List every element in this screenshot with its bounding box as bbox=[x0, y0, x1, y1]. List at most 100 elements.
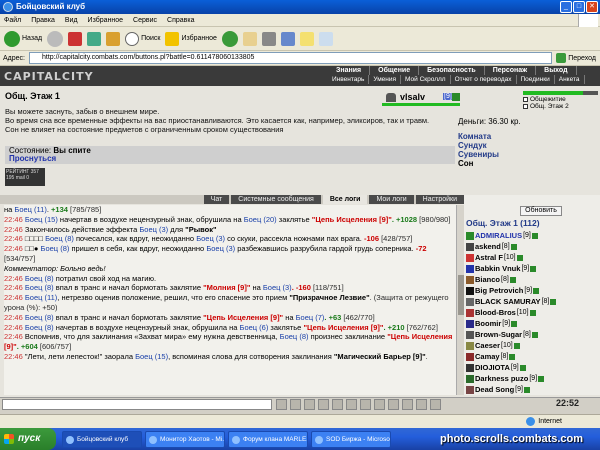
refresh-button[interactable]: Обновить bbox=[520, 206, 562, 216]
link-souvenirs[interactable]: Сувениры bbox=[458, 150, 499, 159]
nav-skills[interactable]: Умения bbox=[369, 75, 402, 84]
info-icon[interactable] bbox=[510, 243, 517, 250]
player-row[interactable]: Brown-Sugar [8] bbox=[466, 329, 596, 340]
search-button[interactable]: Поиск bbox=[125, 31, 160, 46]
fighter-name[interactable]: Боец (11) bbox=[14, 205, 46, 214]
info-icon[interactable] bbox=[550, 298, 557, 305]
player-name[interactable]: Babkin Vnuk bbox=[475, 263, 520, 274]
fighter-name[interactable]: Боец (8) bbox=[280, 332, 309, 341]
map-icon[interactable] bbox=[388, 399, 399, 410]
back-button[interactable]: Назад bbox=[4, 30, 42, 47]
tab-system[interactable]: Системные сообщения bbox=[231, 195, 321, 204]
wake-up-link[interactable]: Проснуться bbox=[9, 155, 451, 163]
info-icon[interactable] bbox=[509, 276, 516, 283]
menu-help[interactable]: Справка bbox=[167, 14, 194, 26]
tab-settings[interactable]: Настройки bbox=[415, 195, 464, 204]
fighter-name[interactable]: Боец (8) bbox=[25, 274, 54, 283]
player-row[interactable]: Darkness puzo [9] bbox=[466, 373, 596, 384]
fighter-name[interactable]: Боец (15) bbox=[135, 352, 168, 361]
fighter-name[interactable]: Боец (15) bbox=[25, 215, 58, 224]
nav-transfers[interactable]: Отчет о переводах bbox=[451, 75, 517, 84]
user-icon[interactable] bbox=[374, 399, 385, 410]
player-row[interactable]: Caeser [10] bbox=[466, 340, 596, 351]
maximize-button[interactable]: □ bbox=[573, 1, 585, 13]
nav-profile[interactable]: Анкета bbox=[555, 75, 585, 84]
player-name[interactable]: Camay bbox=[475, 351, 500, 362]
menu-view[interactable]: Вид bbox=[65, 14, 78, 26]
player-row[interactable]: Dead Song [9] bbox=[466, 384, 596, 395]
info-icon[interactable] bbox=[533, 287, 540, 294]
nav-inventory[interactable]: Инвентарь bbox=[328, 75, 370, 84]
info-icon[interactable] bbox=[538, 375, 545, 382]
player-row[interactable]: Bianco [8] bbox=[466, 274, 596, 285]
info-icon[interactable] bbox=[523, 386, 530, 393]
player-row[interactable]: Boomir [9] bbox=[466, 318, 596, 329]
player-name[interactable]: Bianco bbox=[475, 274, 500, 285]
player-name[interactable]: Big Petrovich bbox=[475, 285, 523, 296]
menu-edit[interactable]: Правка bbox=[31, 14, 55, 26]
start-button[interactable]: пуск bbox=[0, 428, 56, 450]
chat-icon[interactable] bbox=[416, 399, 427, 410]
print-button[interactable] bbox=[261, 31, 276, 46]
nav-battles[interactable]: Поединки bbox=[517, 75, 555, 84]
info-icon[interactable] bbox=[531, 232, 538, 239]
player-row[interactable]: Babkin Vnuk [9] bbox=[466, 263, 596, 274]
player-row[interactable]: askend [8] bbox=[466, 241, 596, 252]
fighter-name[interactable]: Боец (8) bbox=[45, 234, 74, 243]
send-icon[interactable] bbox=[276, 399, 287, 410]
player-row[interactable]: ADMIRALIUS [9] bbox=[466, 230, 596, 241]
menu-favorites[interactable]: Избранное bbox=[88, 14, 123, 26]
fighter-name[interactable]: Боец (8) bbox=[25, 323, 54, 332]
info-icon[interactable] bbox=[511, 320, 518, 327]
player-name[interactable]: Brown-Sugar bbox=[475, 329, 522, 340]
info-icon[interactable] bbox=[509, 353, 516, 360]
favorites-button[interactable]: Избранное bbox=[165, 31, 217, 46]
info-icon[interactable] bbox=[531, 331, 538, 338]
hands-icon[interactable] bbox=[402, 399, 413, 410]
fighter-name[interactable]: Боец (6) bbox=[240, 323, 269, 332]
link-chest[interactable]: Сундук bbox=[458, 141, 499, 150]
smiles-icon[interactable] bbox=[304, 399, 315, 410]
filter-icon[interactable] bbox=[332, 399, 343, 410]
player-row[interactable]: Camay [8] bbox=[466, 351, 596, 362]
close-button[interactable]: ✕ bbox=[586, 1, 598, 13]
nav-exit[interactable]: Выход bbox=[536, 66, 577, 75]
player-name[interactable]: DIOJIOTA bbox=[475, 362, 510, 373]
fighter-name[interactable]: Боец (3) bbox=[196, 234, 225, 243]
info-icon[interactable] bbox=[519, 364, 526, 371]
sound-icon[interactable] bbox=[346, 399, 357, 410]
fighter-name[interactable]: Боец (11) bbox=[25, 293, 57, 302]
player-name[interactable]: vlsalv bbox=[400, 92, 425, 102]
nav-scroll[interactable]: Мой Скроллл bbox=[401, 75, 451, 84]
player-name[interactable]: Darkness puzo bbox=[475, 373, 528, 384]
menu-file[interactable]: Файл bbox=[4, 14, 21, 26]
player-row[interactable]: Big Petrovich [9] bbox=[466, 285, 596, 296]
player-name[interactable]: askend bbox=[475, 241, 501, 252]
player-row[interactable]: BLACK SAMURAY [8] bbox=[466, 296, 596, 307]
history-button[interactable] bbox=[221, 30, 238, 47]
edit-button[interactable] bbox=[280, 31, 295, 46]
chat-scrollbar[interactable] bbox=[456, 205, 464, 395]
menu-tools[interactable]: Сервис bbox=[133, 14, 157, 26]
player-row[interactable]: DIOJIOTA [9] bbox=[466, 362, 596, 373]
link-room[interactable]: Комната bbox=[458, 132, 499, 141]
player-name[interactable]: BLACK SAMURAY bbox=[475, 296, 541, 307]
exit-icon[interactable] bbox=[430, 399, 441, 410]
fighter-name[interactable]: Боец (20) bbox=[244, 215, 277, 224]
nav-security[interactable]: Безопасность bbox=[419, 66, 485, 75]
room-dormitory[interactable]: Общежитие bbox=[523, 96, 598, 103]
player-row[interactable]: Astral F [10] bbox=[466, 252, 596, 263]
room-floor2[interactable]: Общ. Этаж 2 bbox=[523, 103, 598, 110]
clear-icon[interactable] bbox=[290, 399, 301, 410]
fighter-name[interactable]: Боец (3) bbox=[139, 225, 168, 234]
forward-button[interactable] bbox=[47, 30, 64, 47]
translit-icon[interactable] bbox=[318, 399, 329, 410]
stop-button[interactable] bbox=[68, 31, 83, 46]
fighter-name[interactable]: Боец (7) bbox=[296, 313, 325, 322]
go-button[interactable]: Переход bbox=[556, 53, 596, 63]
messenger-button[interactable] bbox=[299, 31, 314, 46]
player-row[interactable]: Blood-Bros [10] bbox=[466, 307, 596, 318]
link-sleep[interactable]: Сон bbox=[458, 159, 499, 168]
player-name[interactable]: Astral F bbox=[475, 252, 503, 263]
fighter-name[interactable]: Боец (3) bbox=[263, 283, 292, 292]
